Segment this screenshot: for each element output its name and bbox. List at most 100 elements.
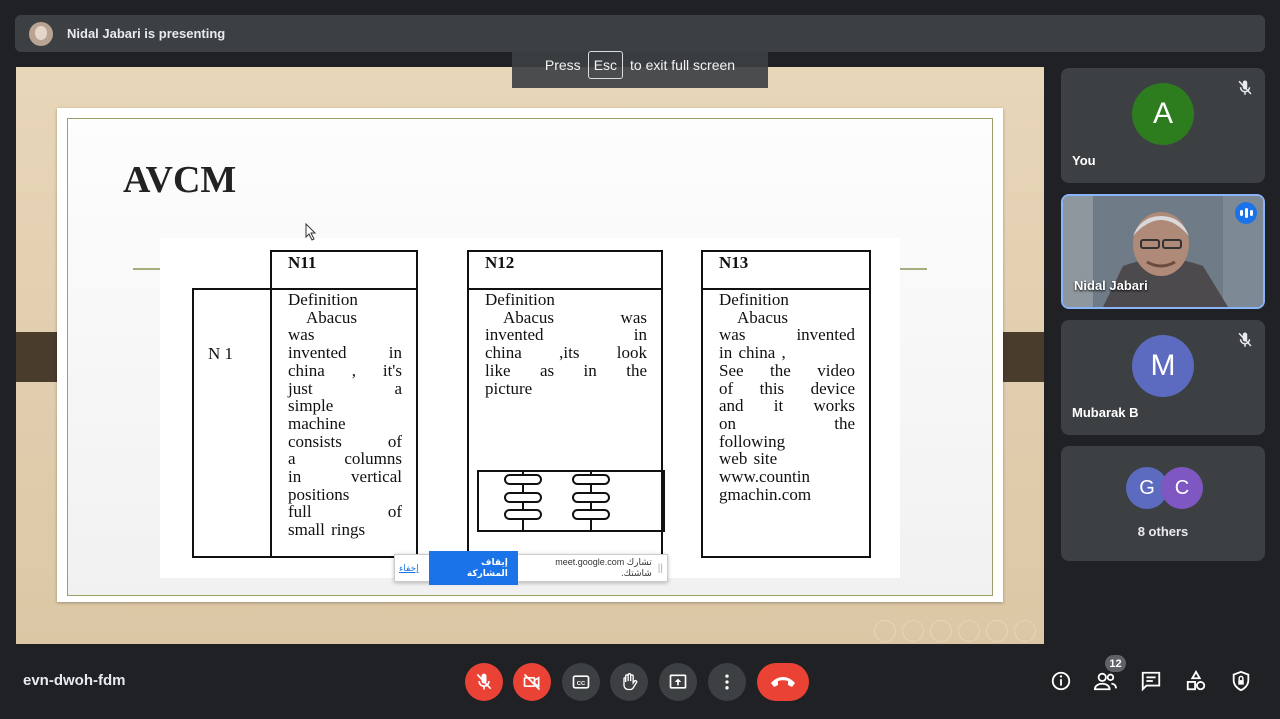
n11-line: a columns — [288, 449, 402, 469]
camera-off-icon — [523, 673, 541, 691]
hand-icon — [623, 673, 638, 691]
activities-icon — [1186, 670, 1206, 691]
cell-n11: Definition Abacus was invented in china … — [270, 288, 418, 558]
present-now-button[interactable] — [659, 663, 697, 701]
people-count-badge: 12 — [1105, 655, 1126, 672]
shield-lock-icon — [1232, 670, 1250, 692]
n13-line: on the — [719, 413, 855, 433]
speaking-indicator-icon — [1235, 202, 1257, 224]
n13-line: was invented — [719, 325, 855, 345]
avatar: A — [1132, 83, 1194, 145]
n11-line: invented in — [288, 343, 402, 363]
mic-off-icon — [1238, 332, 1252, 347]
pen-icon[interactable] — [958, 620, 980, 642]
camera-toggle-button[interactable] — [513, 663, 551, 701]
cell-n13: Definition Abacus was invented in china … — [701, 288, 871, 558]
mouse-cursor-icon — [305, 223, 317, 241]
next-slide-icon[interactable] — [1014, 620, 1036, 642]
present-icon — [669, 674, 687, 689]
stop-sharing-button[interactable]: إيقاف المشاركة — [428, 551, 518, 585]
screen-share-bar: || تشارك meet.google.com شاشتك. إيقاف ال… — [394, 551, 668, 585]
n11-line: small rings — [288, 520, 366, 540]
presenting-label: Nidal Jabari is presenting — [67, 26, 226, 41]
meeting-details-button[interactable] — [1048, 668, 1074, 694]
n12-line: Definition — [485, 290, 555, 309]
abacus-picture — [477, 470, 665, 532]
host-controls-button[interactable] — [1228, 668, 1254, 694]
info-icon — [1051, 671, 1071, 691]
n11-line: in vertical — [288, 467, 402, 487]
n11-line: machine — [288, 413, 346, 433]
leave-call-button[interactable] — [757, 663, 809, 701]
captions-icon: CC — [572, 675, 590, 689]
participant-tile-you[interactable]: A You — [1061, 68, 1265, 183]
n13-line: gmachin.com — [719, 484, 812, 504]
n13-line: Abacus — [737, 307, 788, 327]
more-vert-icon — [725, 674, 729, 690]
participant-tile-others[interactable]: G C 8 others — [1061, 446, 1265, 561]
n11-line: positions — [288, 484, 350, 504]
slide-table: N 1 N11 Definition Abacus was invented i… — [160, 238, 900, 578]
n12-line: picture — [485, 378, 533, 398]
n13-line: in china , — [719, 343, 786, 363]
chat-icon — [1141, 671, 1161, 692]
mic-off-icon — [1238, 80, 1252, 95]
avatar: C — [1161, 467, 1203, 509]
hide-button[interactable]: إخفاء — [399, 563, 419, 574]
meeting-code: evn-dwoh-fdm — [23, 672, 126, 689]
header-n12: N12 — [467, 250, 663, 290]
share-message: تشارك meet.google.com شاشتك. — [555, 557, 652, 578]
n13-line: www.countin — [719, 467, 810, 487]
n13-line: web site — [719, 449, 778, 469]
n12-line: Abacus was — [503, 307, 647, 327]
more-options-button[interactable] — [708, 663, 746, 701]
participant-name: You — [1072, 153, 1096, 168]
drag-handle-icon[interactable]: || — [658, 563, 663, 574]
fullscreen-hint: Press Esc to exit full screen — [512, 42, 768, 88]
mic-off-icon — [476, 673, 492, 690]
slide-rule-right — [899, 268, 927, 270]
mic-toggle-button[interactable] — [465, 663, 503, 701]
esc-key: Esc — [587, 51, 624, 79]
n11-line: just a — [288, 378, 402, 398]
n11-line: full of — [288, 502, 402, 522]
n13-line: Definition — [719, 290, 789, 309]
n11-line: simple — [288, 396, 334, 416]
captions-button[interactable]: CC — [562, 663, 600, 701]
header-n11: N11 — [270, 250, 418, 290]
abacus-drawing — [504, 472, 610, 530]
slides-icon[interactable] — [930, 620, 952, 642]
n13-line: of this device — [719, 378, 855, 398]
chat-button[interactable] — [1138, 668, 1164, 694]
participant-name: Nidal Jabari — [1074, 278, 1148, 293]
n13-line: and it works — [719, 396, 855, 416]
presenter-avatar — [29, 21, 53, 46]
slide-toolbar — [874, 620, 1036, 642]
people-icon — [1093, 672, 1117, 691]
n11-line: Definition — [288, 290, 358, 309]
n11-line: was — [288, 325, 315, 345]
zoom-icon[interactable] — [902, 620, 924, 642]
n13-line: See the video — [719, 360, 855, 380]
menu-icon[interactable] — [986, 620, 1008, 642]
raise-hand-button[interactable] — [610, 663, 648, 701]
n13-line: following — [719, 431, 786, 451]
hint-rest: to exit full screen — [630, 57, 736, 73]
n11-line: consists of — [288, 431, 402, 451]
shared-screen: AVCM N 1 N11 Definition Abacus was inven… — [16, 67, 1044, 644]
slide-title: AVCM — [123, 159, 237, 201]
row-label: N 1 — [208, 344, 234, 363]
presentation-slide: AVCM N 1 N11 Definition Abacus was inven… — [57, 108, 1003, 602]
hint-press: Press — [544, 57, 581, 73]
n11-line: china , it's — [288, 360, 402, 380]
activities-button[interactable] — [1183, 668, 1209, 694]
others-label: 8 others — [1137, 524, 1189, 539]
prev-slide-icon[interactable] — [874, 620, 896, 642]
row-label-cell: N 1 — [192, 288, 272, 558]
participant-tile-speaker[interactable]: Nidal Jabari — [1061, 194, 1265, 309]
svg-text:CC: CC — [577, 681, 586, 687]
cell-n12: Definition Abacus was invented in china … — [467, 288, 665, 558]
n12-line: invented in — [485, 325, 647, 345]
avatar: M — [1132, 335, 1194, 397]
participant-tile-mubarak[interactable]: M Mubarak B — [1061, 320, 1265, 435]
